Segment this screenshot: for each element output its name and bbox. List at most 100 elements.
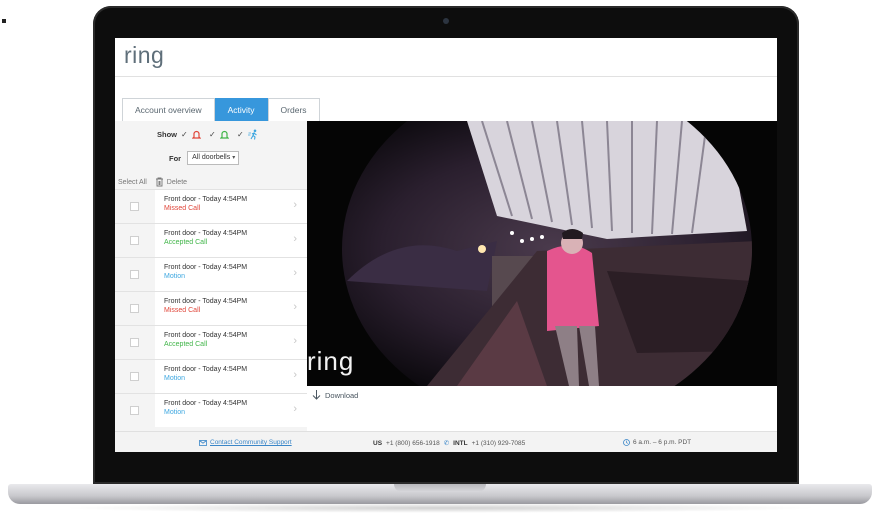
intl-label: INTL: [453, 439, 468, 447]
doorbell-filter: For All doorbells ▾: [169, 151, 240, 165]
list-item[interactable]: Front door - Today 4:54PM Motion ›: [115, 393, 307, 427]
app-header: ring: [115, 38, 777, 77]
chevron-right-icon: ›: [293, 335, 297, 347]
tab-orders[interactable]: Orders: [267, 98, 320, 121]
row-checkbox-cell: [115, 360, 155, 393]
row-checkbox-cell: [115, 394, 155, 427]
row-checkbox[interactable]: [130, 236, 139, 245]
event-status: Missed Call: [164, 205, 201, 212]
laptop-notch: [394, 484, 486, 492]
ring-logo[interactable]: ring: [124, 42, 164, 69]
delete-button[interactable]: Delete: [155, 177, 187, 187]
doorbell-select-value: All doorbells: [192, 154, 231, 161]
event-body[interactable]: Front door - Today 4:54PM Motion ›: [155, 258, 307, 291]
row-checkbox[interactable]: [130, 406, 139, 415]
event-title: Front door - Today 4:54PM: [164, 230, 248, 237]
hours-label: 6 a.m. – 6 p.m. PDT: [633, 439, 692, 446]
row-checkbox[interactable]: [130, 372, 139, 381]
video-player[interactable]: ring: [307, 121, 777, 386]
list-item[interactable]: Front door - Today 4:54PM Accepted Call …: [115, 325, 307, 359]
chevron-right-icon: ›: [293, 369, 297, 381]
event-title: Front door - Today 4:54PM: [164, 264, 248, 271]
activity-sidebar: Show ✓ ✓ ✓ For All doorbells ▾ Select Al…: [115, 121, 308, 431]
download-button[interactable]: Download: [312, 390, 358, 400]
contact-support-link[interactable]: Contact Community Support: [199, 439, 292, 446]
event-body[interactable]: Front door - Today 4:54PM Motion ›: [155, 360, 307, 393]
list-item[interactable]: Front door - Today 4:54PM Missed Call ›: [115, 189, 307, 223]
phone-icon: ✆: [443, 440, 450, 447]
footer: Contact Community Support US +1 (800) 65…: [115, 431, 777, 452]
event-status: Motion: [164, 375, 186, 382]
bell-icon[interactable]: [220, 130, 229, 140]
tab-bar: Account overview Activity Orders: [122, 98, 320, 121]
laptop-shadow: [60, 503, 820, 513]
chevron-right-icon: ›: [293, 301, 297, 313]
select-all-button[interactable]: Select All: [118, 179, 147, 186]
row-checkbox[interactable]: [130, 202, 139, 211]
row-checkbox-cell: [115, 190, 155, 223]
event-status: Motion: [164, 409, 186, 416]
list-item[interactable]: Front door - Today 4:54PM Accepted Call …: [115, 223, 307, 257]
event-status: Missed Call: [164, 307, 201, 314]
tab-account-overview[interactable]: Account overview: [122, 98, 215, 121]
tab-activity[interactable]: Activity: [214, 98, 268, 121]
event-body[interactable]: Front door - Today 4:54PM Motion ›: [155, 394, 307, 427]
row-checkbox-cell: [115, 326, 155, 359]
support-hours: 6 a.m. – 6 p.m. PDT: [623, 439, 691, 446]
event-title: Front door - Today 4:54PM: [164, 196, 248, 203]
doorbell-video-frame: [307, 121, 777, 386]
mail-icon: [199, 439, 207, 446]
row-checkbox-cell: [115, 258, 155, 291]
download-label: Download: [325, 390, 359, 400]
event-title: Front door - Today 4:54PM: [164, 332, 248, 339]
arrow-down-icon: [312, 390, 321, 400]
check-icon[interactable]: ✓: [181, 131, 188, 139]
chevron-right-icon: ›: [293, 233, 297, 245]
delete-label: Delete: [166, 178, 188, 186]
event-title: Front door - Today 4:54PM: [164, 400, 248, 407]
chevron-down-icon: ▾: [232, 155, 236, 161]
row-checkbox[interactable]: [130, 338, 139, 347]
show-label: Show: [157, 130, 177, 139]
doorbell-select[interactable]: All doorbells ▾: [187, 151, 240, 165]
contact-support-label: Contact Community Support: [210, 439, 292, 446]
row-checkbox[interactable]: [130, 304, 139, 313]
us-phone[interactable]: +1 (800) 656-1918: [386, 440, 440, 447]
event-list: Front door - Today 4:54PM Missed Call › …: [115, 189, 307, 427]
clock-icon: [623, 439, 630, 446]
us-label: US: [373, 439, 383, 447]
laptop-base: [8, 484, 872, 504]
chevron-right-icon: ›: [293, 199, 297, 211]
event-body[interactable]: Front door - Today 4:54PM Accepted Call …: [155, 224, 307, 257]
app-screen: ring Account overview Activity Orders Sh…: [115, 38, 777, 452]
check-icon[interactable]: ✓: [237, 131, 244, 139]
list-item[interactable]: Front door - Today 4:54PM Motion ›: [115, 257, 307, 291]
list-item[interactable]: Front door - Today 4:54PM Missed Call ›: [115, 291, 307, 325]
event-title: Front door - Today 4:54PM: [164, 298, 248, 305]
motion-icon[interactable]: [248, 129, 259, 140]
bell-icon[interactable]: [192, 130, 201, 140]
check-icon[interactable]: ✓: [209, 131, 216, 139]
event-status: Accepted Call: [164, 239, 208, 246]
event-title: Front door - Today 4:54PM: [164, 366, 248, 373]
row-checkbox[interactable]: [130, 270, 139, 279]
phone-numbers: US +1 (800) 656-1918 ✆ INTL +1 (310) 929…: [373, 439, 526, 448]
download-bar: Download: [307, 386, 777, 431]
camera-icon: [443, 18, 449, 24]
list-item[interactable]: Front door - Today 4:54PM Motion ›: [115, 359, 307, 393]
event-body[interactable]: Front door - Today 4:54PM Accepted Call …: [155, 326, 307, 359]
event-body[interactable]: Front door - Today 4:54PM Missed Call ›: [155, 292, 307, 325]
event-status: Accepted Call: [164, 341, 208, 348]
intl-phone[interactable]: +1 (310) 929-7085: [472, 440, 526, 447]
corner-marker: [2, 19, 6, 23]
event-status: Motion: [164, 273, 186, 280]
chevron-right-icon: ›: [293, 267, 297, 279]
for-label: For: [169, 153, 182, 163]
row-checkbox-cell: [115, 224, 155, 257]
list-actions: Select All Delete: [118, 177, 187, 187]
event-body[interactable]: Front door - Today 4:54PM Missed Call ›: [155, 190, 307, 223]
row-checkbox-cell: [115, 292, 155, 325]
chevron-right-icon: ›: [293, 403, 297, 415]
trash-icon: [155, 177, 163, 187]
video-watermark: ring: [307, 346, 355, 376]
